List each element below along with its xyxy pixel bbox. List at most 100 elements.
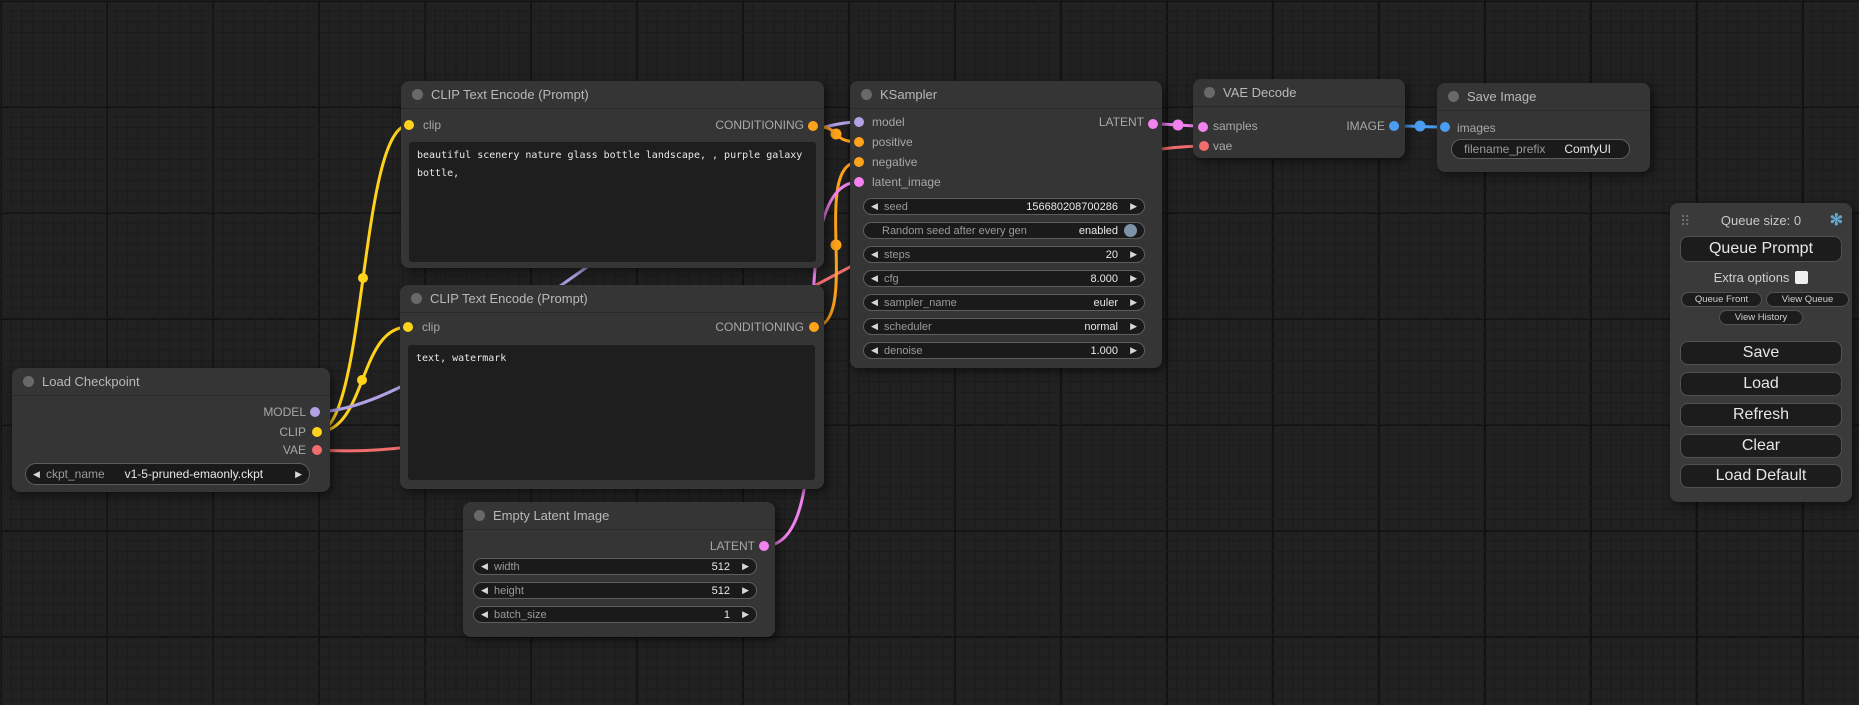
samples-input-port[interactable]: [1198, 122, 1208, 132]
images-input-port[interactable]: [1440, 122, 1450, 132]
node-load-checkpoint[interactable]: Load Checkpoint MODEL CLIP VAE ◀ ckpt_na…: [12, 368, 330, 492]
output-label-conditioning: CONDITIONING: [715, 118, 804, 132]
increment-arrow-icon[interactable]: ▶: [736, 562, 749, 571]
queue-prompt-button[interactable]: Queue Prompt: [1680, 236, 1842, 262]
decrement-arrow-icon[interactable]: ◀: [481, 586, 494, 595]
refresh-button[interactable]: Refresh: [1680, 403, 1842, 427]
clip-input-port[interactable]: [404, 120, 414, 130]
widget-label: Random seed after every gen: [882, 225, 1027, 237]
decrement-arrow-icon[interactable]: ◀: [871, 322, 884, 331]
node-title: Load Checkpoint: [42, 374, 140, 389]
node-title-bar[interactable]: CLIP Text Encode (Prompt): [401, 81, 824, 109]
collapse-dot-icon[interactable]: [23, 376, 34, 387]
clip-input-port[interactable]: [403, 322, 413, 332]
decrement-arrow-icon[interactable]: ◀: [871, 202, 884, 211]
increment-arrow-icon[interactable]: ▶: [736, 610, 749, 619]
widget-label: width: [494, 561, 520, 573]
latent-image-input-port[interactable]: [854, 177, 864, 187]
widget-label: filename_prefix: [1464, 142, 1545, 156]
node-clip-text-encode-positive[interactable]: CLIP Text Encode (Prompt) clip CONDITION…: [401, 81, 824, 268]
input-label-clip: clip: [423, 118, 441, 132]
output-label-latent: LATENT: [1099, 115, 1144, 129]
link-midpoint-dot: [358, 273, 368, 283]
load-default-button[interactable]: Load Default: [1680, 464, 1842, 488]
node-graph-canvas[interactable]: Load Checkpoint MODEL CLIP VAE ◀ ckpt_na…: [0, 0, 1859, 705]
cfg-widget[interactable]: ◀ cfg 8.000 ▶: [863, 270, 1145, 287]
decrement-arrow-icon[interactable]: ◀: [481, 610, 494, 619]
decrement-arrow-icon[interactable]: ◀: [481, 562, 494, 571]
latent-output-port[interactable]: [1148, 119, 1158, 129]
seed-widget[interactable]: ◀ seed 156680208700286 ▶: [863, 198, 1145, 215]
view-queue-button[interactable]: View Queue: [1766, 292, 1849, 307]
node-empty-latent-image[interactable]: Empty Latent Image LATENT ◀ width 512 ▶ …: [463, 502, 775, 637]
collapse-dot-icon[interactable]: [412, 89, 423, 100]
conditioning-output-port[interactable]: [809, 322, 819, 332]
decrement-arrow-icon[interactable]: ◀: [871, 250, 884, 259]
random-seed-toggle-widget[interactable]: Random seed after every gen enabled: [863, 222, 1145, 239]
queue-front-button[interactable]: Queue Front: [1681, 292, 1762, 307]
vae-input-port[interactable]: [1199, 141, 1209, 151]
batch-size-widget[interactable]: ◀ batch_size 1 ▶: [473, 606, 757, 623]
decrement-arrow-icon[interactable]: ◀: [871, 274, 884, 283]
image-output-port[interactable]: [1389, 121, 1399, 131]
increment-arrow-icon[interactable]: ▶: [289, 470, 302, 479]
steps-widget[interactable]: ◀ steps 20 ▶: [863, 246, 1145, 263]
view-history-button[interactable]: View History: [1719, 310, 1803, 325]
clip-output-port[interactable]: [312, 427, 322, 437]
node-title-bar[interactable]: Save Image: [1437, 83, 1650, 111]
decrement-arrow-icon[interactable]: ◀: [871, 346, 884, 355]
menu-header: ⠿ Queue size: 0 ✻: [1670, 211, 1852, 231]
collapse-dot-icon[interactable]: [474, 510, 485, 521]
denoise-widget[interactable]: ◀ denoise 1.000 ▶: [863, 342, 1145, 359]
height-widget[interactable]: ◀ height 512 ▶: [473, 582, 757, 599]
increment-arrow-icon[interactable]: ▶: [1124, 202, 1137, 211]
increment-arrow-icon[interactable]: ▶: [1124, 298, 1137, 307]
negative-prompt-textarea[interactable]: text, watermark: [408, 345, 815, 480]
node-save-image[interactable]: Save Image images filename_prefix ComfyU…: [1437, 83, 1650, 172]
latent-output-port[interactable]: [759, 541, 769, 551]
model-input-port[interactable]: [854, 117, 864, 127]
positive-input-port[interactable]: [854, 137, 864, 147]
settings-gear-icon[interactable]: ✻: [1830, 212, 1843, 230]
increment-arrow-icon[interactable]: ▶: [1124, 250, 1137, 259]
increment-arrow-icon[interactable]: ▶: [1124, 274, 1137, 283]
toggle-knob[interactable]: [1124, 224, 1137, 237]
conditioning-output-port[interactable]: [808, 121, 818, 131]
node-ksampler[interactable]: KSampler model positive negative latent_…: [850, 81, 1162, 368]
output-label-clip: CLIP: [279, 425, 306, 439]
increment-arrow-icon[interactable]: ▶: [1124, 346, 1137, 355]
scheduler-widget[interactable]: ◀ scheduler normal ▶: [863, 318, 1145, 335]
increment-arrow-icon[interactable]: ▶: [1124, 322, 1137, 331]
node-title-bar[interactable]: Empty Latent Image: [463, 502, 775, 530]
queue-menu-panel[interactable]: ⠿ Queue size: 0 ✻ Queue Prompt Extra opt…: [1670, 203, 1852, 502]
increment-arrow-icon[interactable]: ▶: [736, 586, 749, 595]
collapse-dot-icon[interactable]: [1204, 87, 1215, 98]
negative-input-port[interactable]: [854, 157, 864, 167]
extra-options-checkbox[interactable]: [1795, 271, 1808, 284]
widget-label: batch_size: [494, 609, 547, 621]
decrement-arrow-icon[interactable]: ◀: [871, 298, 884, 307]
collapse-dot-icon[interactable]: [861, 89, 872, 100]
node-title-bar[interactable]: CLIP Text Encode (Prompt): [400, 285, 824, 313]
node-title: Empty Latent Image: [493, 508, 609, 523]
load-button[interactable]: Load: [1680, 372, 1842, 396]
ckpt-name-widget[interactable]: ◀ ckpt_name v1-5-pruned-emaonly.ckpt ▶: [25, 463, 310, 485]
node-vae-decode[interactable]: VAE Decode samples vae IMAGE: [1193, 79, 1405, 158]
node-title: KSampler: [880, 87, 937, 102]
node-clip-text-encode-negative[interactable]: CLIP Text Encode (Prompt) clip CONDITION…: [400, 285, 824, 489]
clear-button[interactable]: Clear: [1680, 434, 1842, 458]
collapse-dot-icon[interactable]: [411, 293, 422, 304]
save-button[interactable]: Save: [1680, 341, 1842, 365]
decrement-arrow-icon[interactable]: ◀: [33, 470, 46, 479]
width-widget[interactable]: ◀ width 512 ▶: [473, 558, 757, 575]
vae-output-port[interactable]: [312, 445, 322, 455]
collapse-dot-icon[interactable]: [1448, 91, 1459, 102]
node-title-bar[interactable]: VAE Decode: [1193, 79, 1405, 107]
filename-prefix-widget[interactable]: filename_prefix ComfyUI: [1451, 139, 1630, 159]
model-output-port[interactable]: [310, 407, 320, 417]
widget-label: sampler_name: [884, 297, 957, 309]
node-title-bar[interactable]: Load Checkpoint: [12, 368, 330, 396]
node-title-bar[interactable]: KSampler: [850, 81, 1162, 109]
positive-prompt-textarea[interactable]: beautiful scenery nature glass bottle la…: [409, 142, 816, 262]
sampler-name-widget[interactable]: ◀ sampler_name euler ▶: [863, 294, 1145, 311]
